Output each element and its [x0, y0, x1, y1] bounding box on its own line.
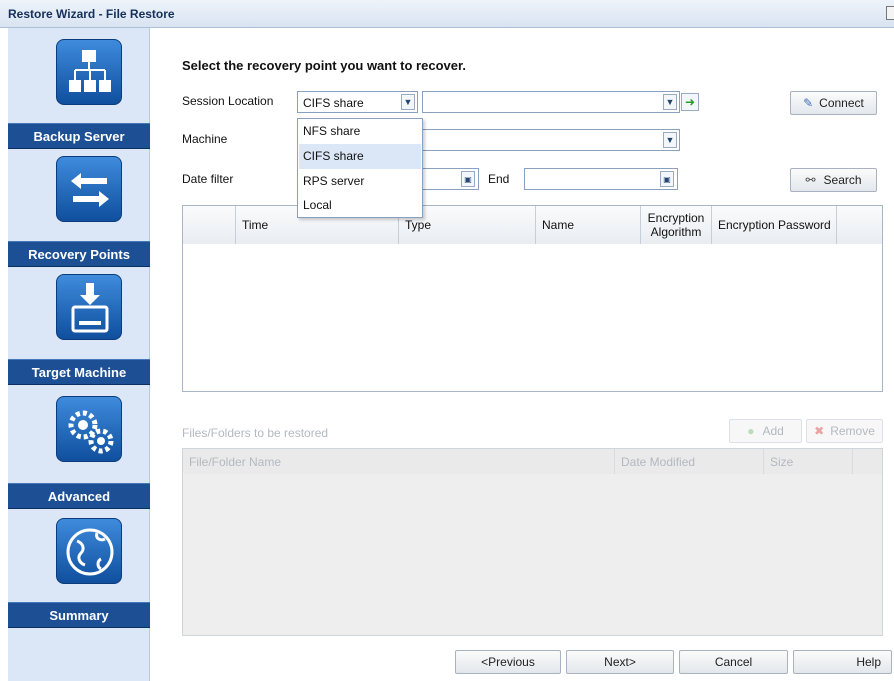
plug-icon: ✎ [803, 96, 814, 110]
column-header-extra [837, 206, 882, 244]
previous-button[interactable]: <Previous [455, 650, 561, 674]
column-header-file-folder-name[interactable]: File/Folder Name [183, 449, 615, 474]
option-nfs-share[interactable]: NFS share [299, 119, 421, 144]
window-title: Restore Wizard - File Restore [8, 7, 175, 21]
page-heading: Select the recovery point you want to re… [182, 58, 466, 73]
chevron-down-icon[interactable]: ▼ [401, 94, 415, 110]
drive-download-icon[interactable] [56, 274, 122, 340]
session-location-value: CIFS share [303, 96, 364, 110]
connect-button[interactable]: ✎ Connect [790, 91, 877, 115]
option-local[interactable]: Local [299, 193, 421, 218]
step-advanced[interactable]: Advanced [8, 483, 150, 509]
date-filter-label: Date filter [182, 172, 234, 186]
plus-circle-icon: ● [747, 424, 755, 438]
option-rps-server[interactable]: RPS server [299, 169, 421, 194]
main-panel: Select the recovery point you want to re… [150, 28, 894, 681]
files-table[interactable]: File/Folder Name Date Modified Size [182, 448, 883, 636]
wizard-sidebar: Backup Server Recovery Points Target Mac… [8, 28, 150, 681]
calendar-icon[interactable]: ▣ [461, 171, 475, 187]
session-path-input[interactable]: ▼ [422, 91, 680, 113]
session-location-dropdown[interactable]: NFS share CIFS share RPS server Local [297, 118, 423, 218]
arrows-exchange-icon[interactable] [56, 156, 122, 222]
column-header-size[interactable]: Size [764, 449, 853, 474]
recovery-points-table[interactable]: Time Type Name Encryption Algorithm Encr… [182, 205, 883, 392]
gears-icon[interactable] [56, 396, 122, 462]
column-header-extra [853, 449, 882, 474]
title-bar: Restore Wizard - File Restore [0, 0, 894, 28]
remove-x-icon: ✖ [814, 424, 825, 438]
session-location-label: Session Location [182, 94, 274, 108]
chevron-down-icon[interactable]: ▼ [663, 132, 677, 148]
add-button[interactable]: ● Add [729, 419, 802, 443]
search-button[interactable]: ⚯ Search [790, 168, 877, 192]
step-recovery-points[interactable]: Recovery Points [8, 241, 150, 267]
close-icon[interactable] [886, 6, 894, 20]
chevron-down-icon[interactable]: ▼ [663, 94, 677, 110]
globe-icon[interactable] [56, 518, 122, 584]
step-backup-server[interactable]: Backup Server [8, 123, 150, 149]
select-column-header[interactable] [183, 206, 236, 244]
cancel-button[interactable]: Cancel [679, 650, 788, 674]
step-summary[interactable]: Summary [8, 602, 150, 628]
column-header-date-modified[interactable]: Date Modified [615, 449, 764, 474]
files-section-title: Files/Folders to be restored [182, 426, 329, 440]
network-server-icon[interactable] [56, 39, 122, 105]
go-arrow-icon[interactable]: ➜ [681, 93, 699, 111]
option-cifs-share[interactable]: CIFS share [299, 144, 421, 169]
calendar-icon[interactable]: ▣ [660, 171, 674, 187]
machine-label: Machine [182, 132, 228, 146]
column-header-encryption-algorithm[interactable]: Encryption Algorithm [641, 206, 712, 244]
help-button[interactable]: Help [793, 650, 892, 674]
column-header-encryption-password[interactable]: Encryption Password [712, 206, 837, 244]
binoculars-icon: ⚯ [805, 173, 816, 187]
end-date-input[interactable]: ▣ [524, 168, 678, 190]
session-location-select[interactable]: CIFS share ▼ [297, 91, 418, 113]
column-header-name[interactable]: Name [536, 206, 641, 244]
remove-button[interactable]: ✖ Remove [806, 419, 883, 443]
step-target-machine[interactable]: Target Machine [8, 359, 150, 385]
next-button[interactable]: Next> [566, 650, 674, 674]
end-label: End [488, 172, 510, 186]
